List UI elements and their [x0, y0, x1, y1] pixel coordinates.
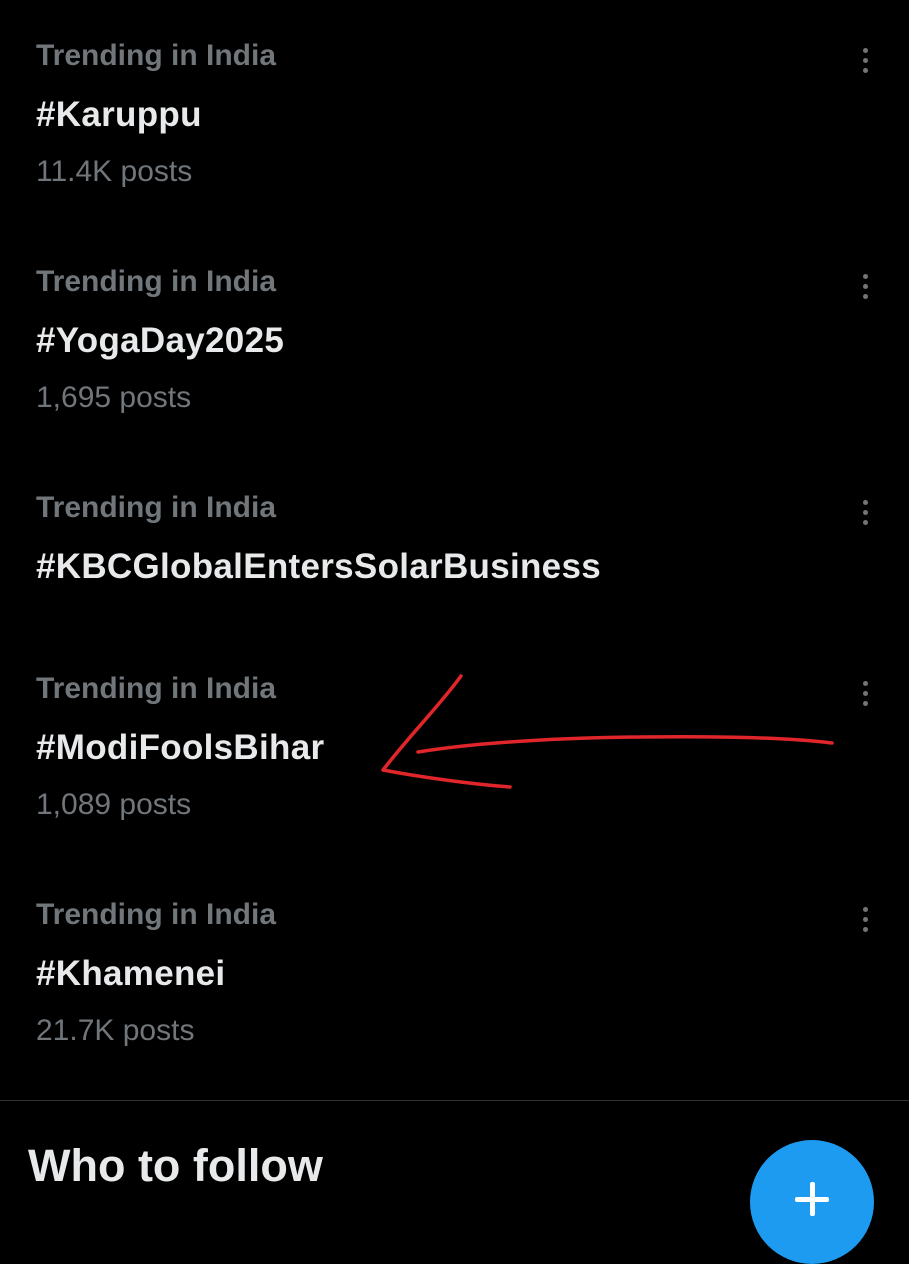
trend-item[interactable]: Trending in India #KBCGlobalEntersSolarB…: [0, 490, 909, 600]
more-options-icon[interactable]: [848, 671, 882, 715]
trend-hashtag[interactable]: #Karuppu: [36, 94, 202, 136]
trend-item[interactable]: Trending in India #Khamenei 21.7K posts: [0, 897, 909, 1067]
compose-button[interactable]: [750, 1140, 874, 1264]
trend-hashtag[interactable]: #YogaDay2025: [36, 320, 284, 362]
trend-item[interactable]: Trending in India #YogaDay2025 1,695 pos…: [0, 264, 909, 434]
trend-context: Trending in India: [36, 265, 276, 298]
trend-context: Trending in India: [36, 39, 276, 72]
trend-context: Trending in India: [36, 898, 276, 931]
trend-hashtag[interactable]: #ModiFoolsBihar: [36, 727, 324, 769]
trend-post-count: 1,695 posts: [36, 381, 192, 414]
who-to-follow-heading: Who to follow: [28, 1140, 323, 1191]
trend-context: Trending in India: [36, 672, 276, 705]
trend-item[interactable]: Trending in India #ModiFoolsBihar 1,089 …: [0, 671, 909, 841]
trend-post-count: 11.4K posts: [36, 155, 193, 188]
more-options-icon[interactable]: [848, 264, 882, 308]
more-options-icon[interactable]: [848, 38, 882, 82]
section-divider: [0, 1100, 909, 1101]
trend-item[interactable]: Trending in India #Karuppu 11.4K posts: [0, 38, 909, 208]
more-options-icon[interactable]: [848, 897, 882, 941]
plus-icon: [795, 1182, 829, 1216]
trend-hashtag[interactable]: #KBCGlobalEntersSolarBusiness: [36, 546, 601, 588]
trend-post-count: 21.7K posts: [36, 1014, 195, 1047]
trend-hashtag[interactable]: #Khamenei: [36, 953, 225, 995]
more-options-icon[interactable]: [848, 490, 882, 534]
trend-context: Trending in India: [36, 491, 276, 524]
trend-post-count: 1,089 posts: [36, 788, 192, 821]
